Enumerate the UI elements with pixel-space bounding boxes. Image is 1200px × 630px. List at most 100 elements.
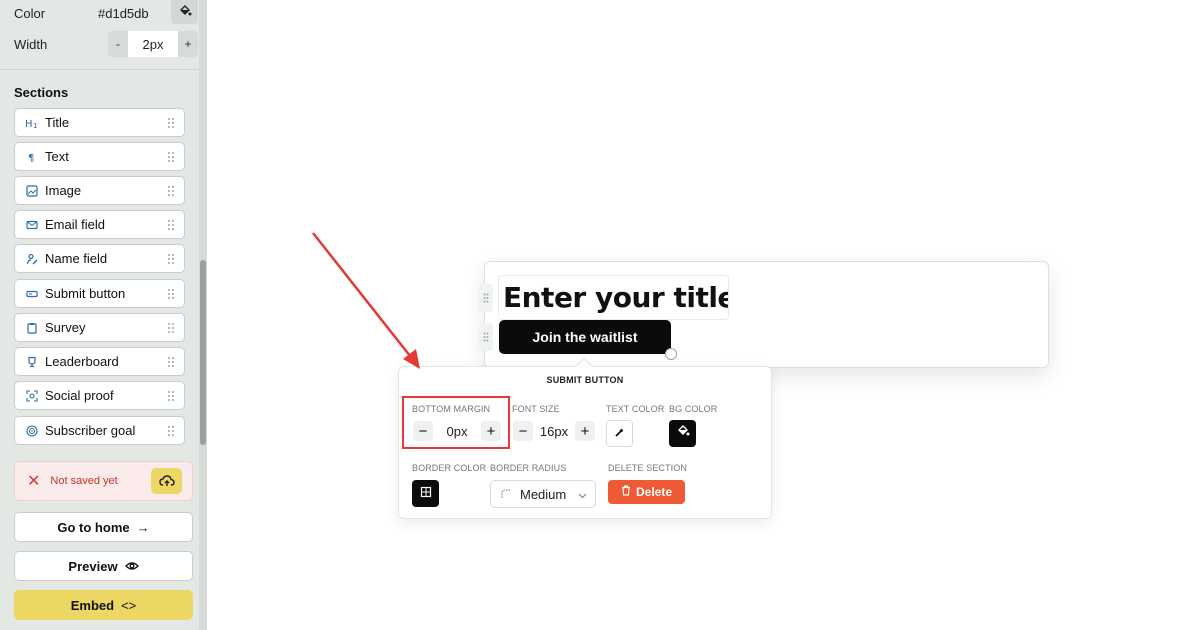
go-to-home-label: Go to home xyxy=(57,519,130,535)
drag-grip-icon[interactable] xyxy=(167,219,175,234)
embed-button[interactable]: Embed <> xyxy=(14,590,193,620)
width-increment-button[interactable]: + xyxy=(178,31,198,57)
embed-label: Embed xyxy=(70,597,115,613)
section-item-social-proof[interactable]: Social proof xyxy=(14,381,185,410)
width-value[interactable]: 2px xyxy=(128,31,178,57)
sidebar-scrollbar-thumb[interactable] xyxy=(200,260,206,445)
border-radius-value: Medium xyxy=(520,486,567,502)
paragraph-icon: ¶ xyxy=(25,150,39,164)
sidebar-divider xyxy=(0,69,199,70)
section-item-label: Name field xyxy=(45,251,108,266)
text-color-swatch[interactable] xyxy=(606,420,633,447)
user-edit-icon xyxy=(25,252,39,266)
section-item-label: Email field xyxy=(45,217,105,232)
drag-grip-icon[interactable] xyxy=(167,117,175,132)
delete-section-button[interactable]: Delete xyxy=(608,480,685,504)
popover-title: SUBMIT BUTTON xyxy=(546,375,624,385)
section-item-label: Submit button xyxy=(45,286,126,301)
border-color-label: BORDER COLOR xyxy=(412,463,487,473)
drag-grip-icon[interactable] xyxy=(167,288,175,303)
annotation-highlight-box xyxy=(402,396,510,449)
image-icon xyxy=(25,184,39,198)
drag-handle-icon[interactable] xyxy=(479,284,493,312)
sections-heading: Sections xyxy=(14,85,69,100)
font-size-label: FONT SIZE xyxy=(512,404,560,414)
drag-handle-icon[interactable] xyxy=(479,323,493,351)
border-radius-label: BORDER RADIUS xyxy=(490,463,567,473)
join-waitlist-button[interactable]: Join the waitlist xyxy=(499,320,671,354)
section-item-label: Subscriber goal xyxy=(45,423,136,438)
eye-icon xyxy=(124,559,139,574)
code-icon: <> xyxy=(121,597,137,613)
section-item-label: Leaderboard xyxy=(45,354,119,369)
bg-color-swatch[interactable] xyxy=(669,420,696,447)
svg-text:1: 1 xyxy=(33,122,37,129)
border-color-row: Color #d1d5db xyxy=(14,0,198,26)
section-item-name-field[interactable]: Name field xyxy=(14,244,185,273)
font-size-stepper: − 16px + xyxy=(513,419,595,443)
mail-icon xyxy=(25,218,39,232)
delete-section-label: DELETE SECTION xyxy=(608,463,687,473)
arrow-right-icon: → xyxy=(136,519,150,535)
cloud-upload-icon[interactable] xyxy=(151,468,182,494)
section-item-text[interactable]: ¶ Text xyxy=(14,142,185,171)
width-decrement-button[interactable]: - xyxy=(108,31,128,57)
annotation-arrow xyxy=(312,232,420,369)
save-status-banner: ✕ Not saved yet xyxy=(14,461,193,501)
resize-handle[interactable] xyxy=(665,348,677,360)
border-radius-select[interactable]: Medium xyxy=(490,480,596,508)
section-item-label: Image xyxy=(45,183,82,198)
section-item-subscriber-goal[interactable]: Subscriber goal xyxy=(14,416,185,445)
trophy-icon xyxy=(25,355,39,369)
width-label: Width xyxy=(14,36,48,52)
drag-grip-icon[interactable] xyxy=(167,356,175,371)
text-color-label: TEXT COLOR xyxy=(606,404,665,414)
drag-grip-icon[interactable] xyxy=(167,322,175,337)
section-item-leaderboard[interactable]: Leaderboard xyxy=(14,347,185,376)
width-stepper: - 2px + xyxy=(108,31,198,57)
font-size-value[interactable]: 16px xyxy=(533,424,575,439)
section-item-label: Survey xyxy=(45,320,86,335)
trash-icon xyxy=(621,485,631,499)
save-status-text: Not saved yet xyxy=(50,475,118,487)
eyedropper-icon xyxy=(614,425,626,443)
svg-text:H: H xyxy=(25,119,33,129)
target-icon xyxy=(25,424,39,438)
close-icon: ✕ xyxy=(27,473,41,490)
section-item-survey[interactable]: Survey xyxy=(14,313,185,342)
section-item-label: Text xyxy=(45,149,69,164)
section-item-label: Social proof xyxy=(45,388,114,403)
title-input[interactable]: Enter your title xyxy=(498,275,729,320)
clipboard-icon xyxy=(25,321,39,335)
paint-bucket-icon[interactable] xyxy=(171,0,198,24)
color-label: Color xyxy=(14,5,46,21)
corner-radius-icon xyxy=(501,487,511,502)
font-size-increment-button[interactable]: + xyxy=(575,421,595,441)
chevron-down-icon xyxy=(578,487,587,502)
border-color-swatch[interactable] xyxy=(412,480,439,507)
delete-button-label: Delete xyxy=(635,485,673,499)
preview-button[interactable]: Preview xyxy=(14,551,193,581)
focus-icon xyxy=(25,389,39,403)
drag-grip-icon[interactable] xyxy=(167,425,175,440)
border-all-icon xyxy=(420,485,432,503)
heading-icon: H1 xyxy=(25,116,39,130)
border-width-row: Width - 2px + xyxy=(14,31,198,57)
section-item-image[interactable]: Image xyxy=(14,176,185,205)
font-size-decrement-button[interactable]: − xyxy=(513,421,533,441)
bg-color-label: BG COLOR xyxy=(669,404,718,414)
go-to-home-button[interactable]: Go to home → xyxy=(14,512,193,542)
color-value: #d1d5db xyxy=(98,5,149,21)
preview-label: Preview xyxy=(68,558,118,574)
svg-text:¶: ¶ xyxy=(28,153,34,163)
section-item-submit-button[interactable]: Submit button xyxy=(14,279,185,308)
drag-grip-icon[interactable] xyxy=(167,151,175,166)
section-item-email-field[interactable]: Email field xyxy=(14,210,185,239)
drag-grip-icon[interactable] xyxy=(167,253,175,268)
drag-grip-icon[interactable] xyxy=(167,390,175,405)
section-item-label: Title xyxy=(45,115,70,130)
section-item-title[interactable]: H1 Title xyxy=(14,108,185,137)
drag-grip-icon[interactable] xyxy=(167,185,175,200)
button-icon xyxy=(25,287,39,301)
paint-bucket-icon xyxy=(676,424,690,443)
